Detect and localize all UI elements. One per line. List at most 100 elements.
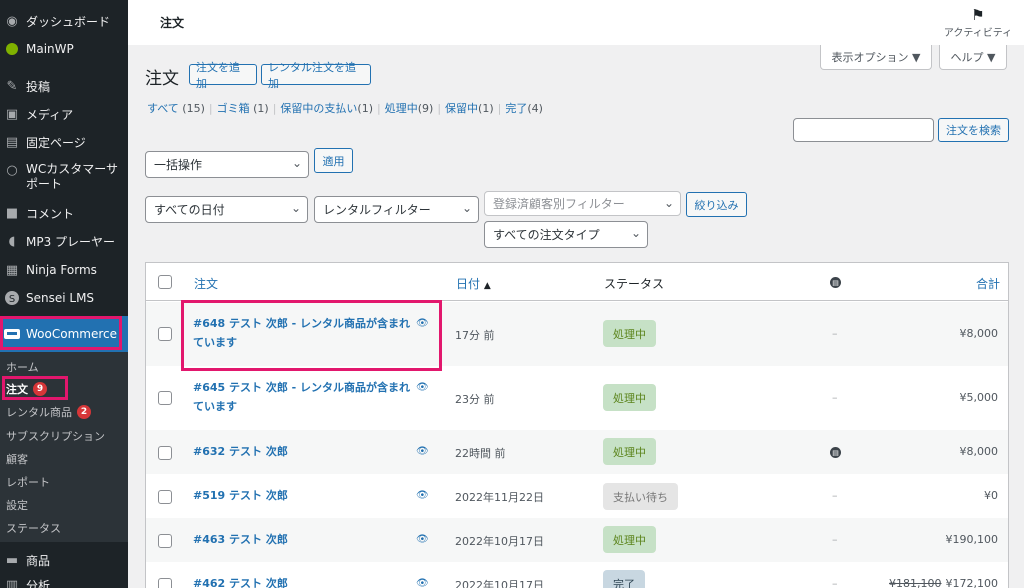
customer-filter-select[interactable]: 登録済顧客別フィルター ⌄: [484, 191, 681, 216]
row-checkbox[interactable]: [158, 446, 172, 460]
search-orders-button[interactable]: 注文を検索: [938, 118, 1009, 142]
comment-icon: ■: [5, 205, 19, 221]
submenu-item-customers[interactable]: 顧客: [6, 451, 28, 467]
filter-trash[interactable]: ゴミ箱: [217, 102, 250, 115]
sidebar-item-mp3[interactable]: ◖ MP3 プレーヤー: [0, 232, 128, 250]
admin-sidebar: ◉ ダッシュボード MainWP ✎ 投稿 ▣ メディア ▤ 固定ページ ○ W…: [0, 0, 128, 588]
sidebar-item-label: MP3 プレーヤー: [26, 234, 116, 249]
chevron-down-icon: ⌄: [291, 156, 302, 170]
status-badge: 完了: [603, 570, 645, 588]
order-link[interactable]: #463 テスト 次郎: [193, 530, 415, 549]
column-total[interactable]: 合計: [976, 275, 1000, 292]
sidebar-item-analytics[interactable]: ▥ 分析: [0, 576, 128, 588]
sidebar-item-posts[interactable]: ✎ 投稿: [0, 77, 128, 95]
order-total: ¥8,000: [959, 327, 999, 340]
filter-pending-payment[interactable]: 保留中の支払い: [280, 102, 357, 115]
sidebar-item-label: メディア: [26, 107, 74, 122]
page-heading: 注文: [145, 69, 179, 89]
table-header: 注文 日付 ▲ ステータス ▤ 合計: [146, 263, 1008, 301]
eye-icon[interactable]: 👁: [416, 578, 429, 588]
table-row: #632 テスト 次郎 👁 22時間 前 処理中 ▤ ¥8,000: [146, 430, 1008, 474]
search-input[interactable]: [793, 118, 934, 142]
orders-table: 注文 日付 ▲ ステータス ▤ 合計 #648 テスト 次郎 - レンタル商品が…: [145, 262, 1009, 588]
rental-count-badge: 2: [77, 405, 91, 419]
column-status: ステータス: [604, 277, 665, 291]
row-checkbox[interactable]: [158, 534, 172, 548]
sidebar-item-label: ポート: [26, 177, 63, 191]
top-header: 注文 ⚑ アクティビティ: [128, 0, 1024, 45]
submenu-item-rental-products[interactable]: レンタル商品 2: [6, 404, 91, 420]
row-checkbox[interactable]: [158, 490, 172, 504]
sidebar-item-woocommerce[interactable]: WooCommerce: [0, 316, 128, 352]
submenu-item-home[interactable]: ホーム: [6, 359, 39, 375]
column-date[interactable]: 日付 ▲: [456, 275, 491, 292]
chevron-down-icon: ⌄: [461, 201, 472, 215]
eye-icon[interactable]: 👁: [416, 490, 429, 501]
sidebar-item-media[interactable]: ▣ メディア: [0, 105, 128, 123]
order-link[interactable]: #519 テスト 次郎: [193, 486, 415, 505]
eye-icon[interactable]: 👁: [416, 534, 429, 545]
sidebar-item-dashboard[interactable]: ◉ ダッシュボード: [0, 12, 128, 30]
apply-button[interactable]: 適用: [314, 148, 353, 173]
chevron-down-icon: ⌄: [630, 226, 641, 240]
sidebar-item-mainwp[interactable]: MainWP: [0, 40, 128, 58]
order-link[interactable]: #645 テスト 次郎 - レンタル商品が含まれています: [193, 378, 415, 416]
eye-icon[interactable]: 👁: [416, 318, 429, 329]
sidebar-item-label: Ninja Forms: [26, 263, 97, 277]
woocommerce-submenu: ホーム 注文 9 レンタル商品 2 サブスクリプション 顧客 レポート 設定 ステー…: [0, 352, 128, 542]
sidebar-item-label: MainWP: [26, 42, 74, 56]
bulk-actions-select[interactable]: 一括操作 ⌄: [145, 151, 309, 178]
filter-on-hold[interactable]: 保留中: [445, 102, 478, 115]
add-order-button[interactable]: 注文を追加: [189, 61, 257, 90]
submenu-item-subscriptions[interactable]: サブスクリプション: [6, 428, 105, 444]
sidebar-item-pages[interactable]: ▤ 固定ページ: [0, 133, 128, 151]
products-icon: ▬: [5, 552, 19, 568]
submenu-item-orders[interactable]: 注文 9: [6, 381, 47, 397]
submenu-item-reports[interactable]: レポート: [6, 474, 50, 490]
sidebar-item-comments[interactable]: ■ コメント: [0, 204, 128, 222]
select-all-checkbox[interactable]: [158, 275, 172, 289]
sidebar-item-label: 固定ページ: [26, 135, 86, 150]
billing-info-icon[interactable]: ▤: [830, 447, 841, 458]
order-link[interactable]: #462 テスト 次郎: [193, 574, 415, 588]
column-order[interactable]: 注文: [194, 275, 218, 292]
mainwp-icon: [4, 41, 20, 57]
sidebar-item-ninja-forms[interactable]: ▦ Ninja Forms: [0, 261, 128, 279]
order-link[interactable]: #632 テスト 次郎: [193, 442, 415, 461]
sidebar-item-label: 商品: [26, 553, 51, 568]
row-checkbox[interactable]: [158, 391, 172, 405]
media-icon: ▣: [5, 106, 19, 122]
filter-processing[interactable]: 処理中: [385, 102, 418, 115]
row-checkbox[interactable]: [158, 327, 172, 341]
support-icon: ○: [6, 162, 18, 178]
filter-completed[interactable]: 完了: [505, 102, 527, 115]
billing-dash: –: [832, 489, 838, 502]
page-icon: ▤: [5, 134, 19, 150]
sidebar-item-products[interactable]: ▬ 商品: [0, 551, 128, 569]
date-filter-select[interactable]: すべての日付 ⌄: [145, 196, 308, 223]
activity-button[interactable]: ⚑ アクティビティ: [940, 6, 1016, 39]
order-type-select[interactable]: すべての注文タイプ ⌄: [484, 221, 648, 248]
sidebar-item-wc-support[interactable]: ○ WCカスタマーサ ポート: [0, 162, 128, 194]
status-badge: 支払い待ち: [603, 483, 678, 510]
filter-all[interactable]: すべて: [147, 102, 179, 115]
sort-arrow-icon: ▲: [483, 281, 491, 291]
audio-icon: ◖: [8, 233, 16, 249]
filter-button[interactable]: 絞り込み: [686, 192, 747, 217]
order-link[interactable]: #648 テスト 次郎 - レンタル商品が含まれています: [193, 314, 415, 352]
row-checkbox[interactable]: [158, 578, 172, 588]
rental-filter-select[interactable]: レンタルフィルター ⌄: [314, 196, 479, 223]
submenu-item-settings[interactable]: 設定: [6, 497, 28, 513]
status-filter-links: すべて (15) | ゴミ箱 (1) | 保留中の支払い(1) | 処理中(9) | 保留中(1…: [147, 102, 543, 115]
submenu-item-status[interactable]: ステータス: [6, 520, 61, 536]
order-date: 22時間 前: [455, 447, 506, 460]
sidebar-item-label: Sensei LMS: [26, 291, 95, 305]
page-title: 注文: [160, 16, 185, 30]
add-rental-order-button[interactable]: レンタル注文を追加: [261, 61, 371, 90]
help-button[interactable]: ヘルプ ▼: [939, 45, 1007, 70]
eye-icon[interactable]: 👁: [416, 446, 429, 457]
billing-column-icon: ▤: [830, 277, 841, 288]
screen-options-button[interactable]: 表示オプション ▼: [820, 45, 932, 70]
sidebar-item-sensei[interactable]: S Sensei LMS: [0, 289, 128, 307]
eye-icon[interactable]: 👁: [416, 382, 429, 393]
